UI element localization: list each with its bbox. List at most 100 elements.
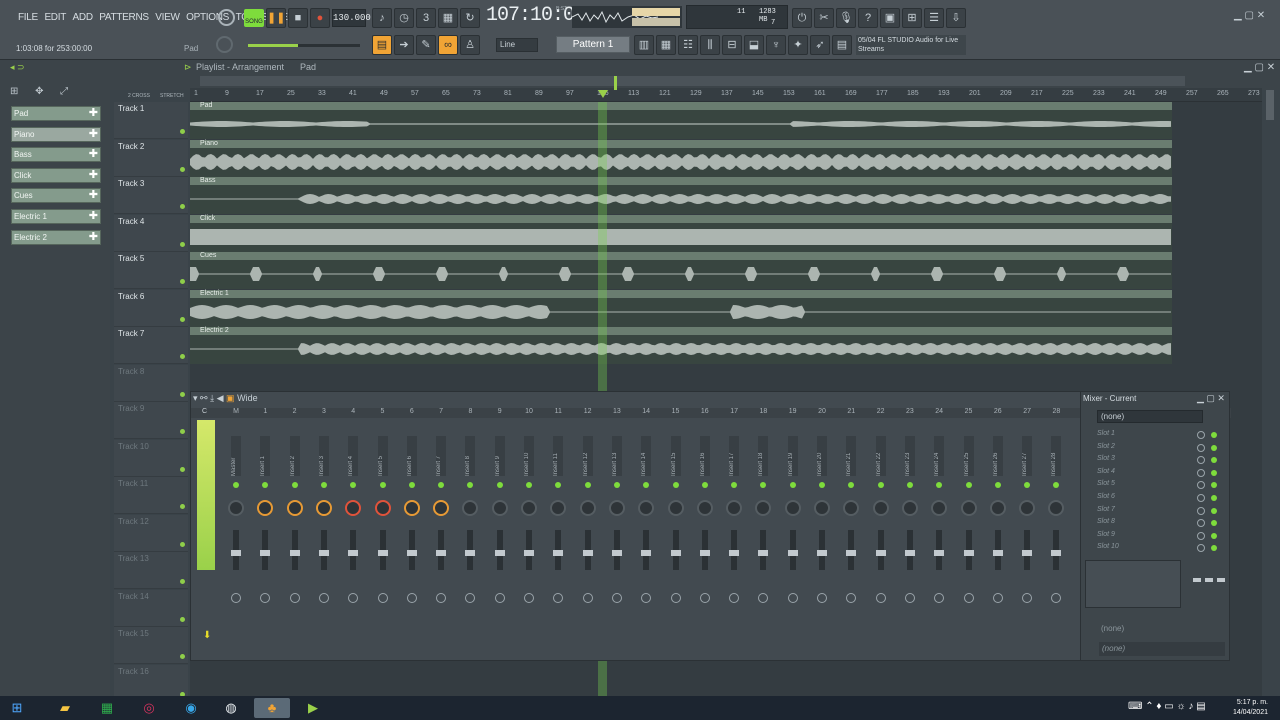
windows-start-icon[interactable]: ⊞ — [6, 698, 28, 718]
menu-add[interactable]: ADD — [73, 12, 94, 23]
pan-knob[interactable] — [521, 500, 537, 516]
track-mute-led[interactable] — [180, 204, 185, 209]
strip-enable-led[interactable] — [1053, 482, 1060, 488]
fader-handle[interactable] — [875, 550, 886, 556]
fader-handle[interactable] — [406, 550, 417, 556]
fader-handle[interactable] — [436, 550, 447, 556]
fader-handle[interactable] — [611, 550, 622, 556]
pan-knob[interactable] — [228, 500, 244, 516]
volume-fader[interactable] — [963, 530, 974, 570]
volume-fader[interactable] — [729, 530, 740, 570]
pan-knob[interactable] — [638, 500, 655, 516]
track-header[interactable]: Track 5 — [114, 252, 188, 289]
slot-enable-led[interactable] — [1211, 545, 1217, 552]
effects-preset-select[interactable]: (none) — [1097, 410, 1203, 423]
send-knob[interactable] — [231, 593, 241, 603]
song-mode-toggle[interactable]: SONG — [244, 9, 264, 27]
strip-enable-led[interactable] — [379, 482, 386, 488]
add-icon[interactable]: ✚ — [89, 189, 98, 202]
strip-enable-led[interactable] — [584, 482, 591, 488]
channel-cues[interactable]: Cues ✚ — [11, 188, 101, 203]
track-mute-led[interactable] — [180, 466, 185, 472]
volume-fader[interactable] — [934, 530, 945, 570]
touch-keyboard-icon[interactable]: ✦ — [788, 35, 808, 55]
send-knob[interactable] — [699, 593, 710, 603]
app-icon[interactable]: ◎ — [138, 698, 160, 718]
track-mute-led[interactable] — [180, 504, 185, 509]
piano-roll-icon[interactable]: ▥ — [634, 35, 654, 55]
link-icon[interactable]: ⚯ — [200, 393, 208, 403]
strip-enable-led[interactable] — [291, 482, 298, 488]
volume-fader[interactable] — [494, 530, 505, 570]
send-knob[interactable] — [494, 593, 505, 603]
send-knob[interactable] — [289, 593, 300, 603]
pan-knob[interactable] — [491, 500, 508, 516]
strip-enable-led[interactable] — [1024, 482, 1031, 488]
cut-icon[interactable]: ✂ — [814, 8, 834, 28]
send-knob[interactable] — [1022, 593, 1033, 603]
mixer-strip[interactable]: M Master — [223, 408, 249, 650]
volume-fader[interactable] — [904, 530, 915, 570]
volume-fader[interactable] — [406, 530, 417, 570]
download-icon[interactable]: ⤓ — [210, 393, 214, 403]
loop-record-icon[interactable]: ↻ — [460, 8, 480, 28]
pan-knob[interactable] — [755, 500, 772, 516]
mixer-strip[interactable]: 8 Insert 8 — [457, 408, 483, 650]
record-button[interactable]: ● — [310, 8, 330, 28]
track-mute-led[interactable] — [180, 541, 185, 547]
slot-mix-knob[interactable] — [1197, 519, 1205, 528]
slot-enable-led[interactable] — [1211, 520, 1217, 527]
track-header[interactable]: Track 7 — [114, 327, 188, 364]
mixer-strip[interactable]: 16 Insert 16 — [692, 408, 718, 650]
send-knob[interactable] — [582, 593, 593, 603]
online-icon[interactable]: ⏻ — [792, 8, 812, 28]
vertical-scrollbar[interactable] — [1266, 90, 1274, 120]
mixer-strip[interactable]: 10 Insert 10 — [516, 408, 542, 650]
volume-fader[interactable] — [289, 530, 300, 570]
chat-icon[interactable]: ☰ — [924, 8, 944, 28]
track-header[interactable]: Track 1 — [114, 102, 188, 139]
slot-mix-knob[interactable] — [1197, 544, 1205, 553]
fader-handle[interactable] — [963, 550, 974, 556]
fader-handle[interactable] — [553, 550, 564, 556]
send-knob[interactable] — [641, 593, 652, 603]
track-mute-led[interactable] — [180, 316, 185, 322]
master-volume-knob[interactable] — [218, 9, 235, 26]
mixer-strip[interactable]: 7 Insert 7 — [428, 408, 454, 650]
send-knob[interactable] — [758, 593, 769, 603]
strip-enable-led[interactable] — [496, 482, 503, 488]
track-mute-led[interactable] — [180, 129, 185, 134]
output-select[interactable]: (none) — [1099, 642, 1225, 656]
volume-fader[interactable] — [348, 530, 359, 570]
fader-handle[interactable] — [465, 550, 476, 556]
channel-electric-2[interactable]: Electric 2 ✚ — [11, 230, 101, 245]
track-header[interactable]: Track 13 — [114, 552, 188, 589]
pan-knob[interactable] — [901, 500, 918, 516]
strip-enable-led[interactable] — [555, 482, 562, 488]
eq-sliders[interactable] — [1185, 562, 1225, 606]
countdown-icon[interactable]: 3 — [416, 8, 436, 28]
volume-fader[interactable] — [817, 530, 827, 570]
fader-handle[interactable] — [934, 550, 945, 556]
fader-handle[interactable] — [817, 550, 827, 556]
mixer-strip[interactable]: 20 Insert 20 — [809, 408, 835, 650]
metronome-icon[interactable]: ♪ — [372, 8, 392, 28]
mixer-strip[interactable]: 13 Insert 13 — [604, 408, 630, 650]
effect-slot[interactable]: Slot 4 — [1089, 468, 1219, 480]
slot-mix-knob[interactable] — [1197, 531, 1205, 540]
link-icon[interactable]: ∞ — [438, 35, 458, 55]
volume-fader[interactable] — [992, 530, 1003, 570]
slot-enable-led[interactable] — [1211, 482, 1217, 489]
grid-icon[interactable]: ⊞ — [10, 86, 18, 97]
slot-mix-knob[interactable] — [1197, 443, 1205, 452]
slot-mix-knob[interactable] — [1197, 431, 1205, 439]
strip-enable-led[interactable] — [701, 482, 708, 488]
slot-enable-led[interactable] — [1211, 532, 1217, 539]
playhead-marker-icon[interactable] — [598, 90, 608, 98]
pencil-icon[interactable]: ✎ — [416, 35, 436, 55]
add-icon[interactable]: ✚ — [89, 148, 98, 161]
volume-fader[interactable] — [1022, 530, 1033, 570]
horizontal-scrollbar[interactable] — [200, 76, 1185, 86]
fader-handle[interactable] — [992, 550, 1003, 556]
fader-handle[interactable] — [348, 550, 359, 556]
